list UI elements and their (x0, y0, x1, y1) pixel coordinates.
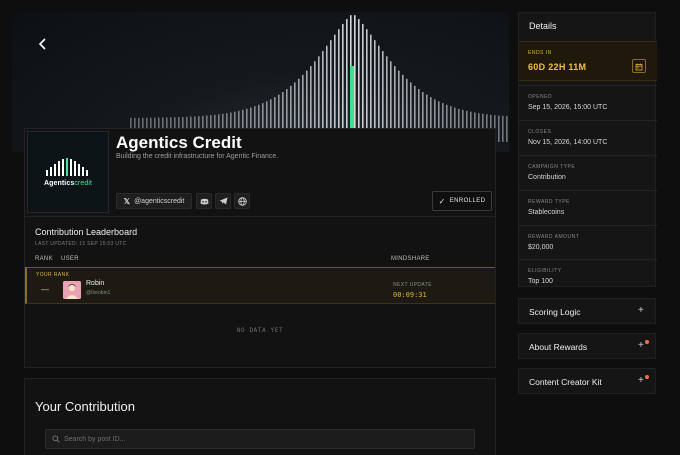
post-search-box (45, 429, 475, 449)
column-header-rank: RANK (35, 256, 53, 262)
detail-value: $20,000 (528, 244, 554, 251)
leaderboard-last-updated: LAST UPDATED: 15 SEP 15:03 UTC (35, 241, 127, 247)
user-name: Robin (86, 280, 105, 287)
ends-in-countdown: 60D 22H 11M (528, 62, 587, 72)
avatar (63, 281, 81, 299)
hero-bar (342, 23, 344, 142)
your-rank-row: YOUR RANK — Robin @0xrobin1 NEXT UPDATE … (25, 267, 495, 304)
campaign-logo: Agenticscredit (27, 131, 109, 213)
details-panel: Details ENDS IN 60D 22H 11M OPENED Sep 1… (518, 12, 657, 287)
campaign-title: Agentics Credit (116, 133, 242, 152)
hero-bar (502, 115, 504, 142)
telegram-icon (219, 197, 227, 205)
chevron-left-icon (38, 38, 46, 50)
hero-bar (374, 40, 376, 142)
detail-label: REWARD AMOUNT (528, 234, 580, 240)
accordion-content-creator-kit[interactable]: Content Creator Kit + (518, 368, 656, 394)
discord-link[interactable] (196, 193, 212, 209)
detail-closes: CLOSES Nov 15, 2026, 14:00 UTC (519, 120, 657, 155)
hero-bar (338, 29, 340, 142)
accordion-label: Scoring Logic (529, 307, 581, 317)
detail-label: REWARD TYPE (528, 199, 570, 205)
logo-bars-icon (46, 157, 88, 176)
check-icon: ✓ (438, 196, 446, 206)
accordion-scoring-logic[interactable]: Scoring Logic + (518, 298, 656, 324)
hero-bar (346, 19, 348, 143)
discord-icon (200, 198, 208, 204)
globe-icon (237, 196, 247, 206)
detail-value: Nov 15, 2026, 14:00 UTC (528, 139, 608, 146)
hero-bar (354, 15, 356, 143)
detail-value: Contribution (528, 174, 566, 181)
calendar-icon (635, 63, 643, 71)
detail-reward-type: REWARD TYPE Stablecoins (519, 190, 657, 225)
card-divider (25, 216, 495, 217)
detail-eligibility: ELIGIBILITY Top 100 (519, 259, 657, 294)
detail-value: Top 100 (528, 278, 553, 285)
enrolled-badge: ✓ ENROLLED (432, 191, 492, 211)
detail-label: CLOSES (528, 129, 552, 135)
hero-bar (498, 115, 500, 142)
x-icon: 𝕏 (123, 196, 131, 206)
plus-icon: + (638, 340, 644, 351)
hero-bar (358, 19, 360, 143)
website-link[interactable] (234, 193, 250, 209)
twitter-link[interactable]: 𝕏 @agenticscredit (116, 193, 192, 209)
campaign-page: Agenticscredit Agentics Credit Building … (0, 0, 680, 455)
hero-bar (330, 40, 332, 142)
avatar-figure-icon (63, 281, 81, 299)
your-rank-label: YOUR RANK (36, 272, 70, 278)
accordion-label: Content Creator Kit (529, 377, 602, 387)
user-handle: @0xrobin1 (86, 290, 111, 296)
hero-bar (506, 116, 508, 142)
search-icon (52, 435, 60, 443)
ends-in-box: ENDS IN 60D 22H 11M (519, 41, 657, 81)
detail-label: ELIGIBILITY (528, 268, 562, 274)
hero-bar (334, 34, 336, 142)
detail-label: CAMPAIGN TYPE (528, 164, 576, 170)
plus-icon: + (638, 305, 644, 316)
empty-state: NO DATA YET (236, 327, 284, 334)
detail-reward-amount: REWARD AMOUNT $20,000 (519, 225, 657, 260)
column-header-mindshare: MINDSHARE (391, 256, 430, 262)
detail-campaign-type: CAMPAIGN TYPE Contribution (519, 155, 657, 190)
logo-brand: Agentics (43, 179, 75, 187)
leaderboard-title: Contribution Leaderboard (35, 227, 138, 237)
next-update-timer: 00:09:31 (393, 291, 427, 299)
telegram-link[interactable] (215, 193, 231, 209)
details-title: Details (529, 21, 557, 31)
contribution-card: Your Contribution (24, 378, 496, 455)
your-rank-value: — (41, 285, 49, 294)
ends-in-label: ENDS IN (528, 50, 552, 56)
detail-label: OPENED (528, 94, 553, 100)
add-to-calendar-button[interactable] (632, 59, 646, 73)
detail-value: Stablecoins (528, 209, 565, 216)
campaign-subtitle: Building the credit infrastructure for A… (116, 153, 279, 160)
logo-wordmark: Agenticscredit (44, 180, 92, 187)
notification-dot-icon (645, 375, 649, 379)
column-header-user: USER (61, 256, 79, 262)
twitter-handle: @agenticscredit (134, 197, 185, 205)
notification-dot-icon (645, 340, 649, 344)
next-update-label: NEXT UPDATE (393, 282, 432, 288)
post-search-input[interactable] (64, 435, 444, 443)
detail-value: Sep 15, 2026, 15:00 UTC (528, 104, 608, 111)
campaign-card: Agenticscredit Agentics Credit Building … (24, 128, 496, 368)
logo-suffix: credit (74, 179, 93, 187)
plus-icon: + (638, 375, 644, 386)
accordion-about-rewards[interactable]: About Rewards + (518, 333, 656, 359)
hero-bar (370, 34, 372, 142)
detail-opened: OPENED Sep 15, 2026, 15:00 UTC (519, 85, 657, 120)
accordion-label: About Rewards (529, 342, 588, 352)
contribution-title: Your Contribution (35, 399, 135, 414)
enrolled-label: ENROLLED (449, 198, 486, 204)
hero-bar (362, 23, 364, 142)
hero-bar (366, 29, 368, 142)
